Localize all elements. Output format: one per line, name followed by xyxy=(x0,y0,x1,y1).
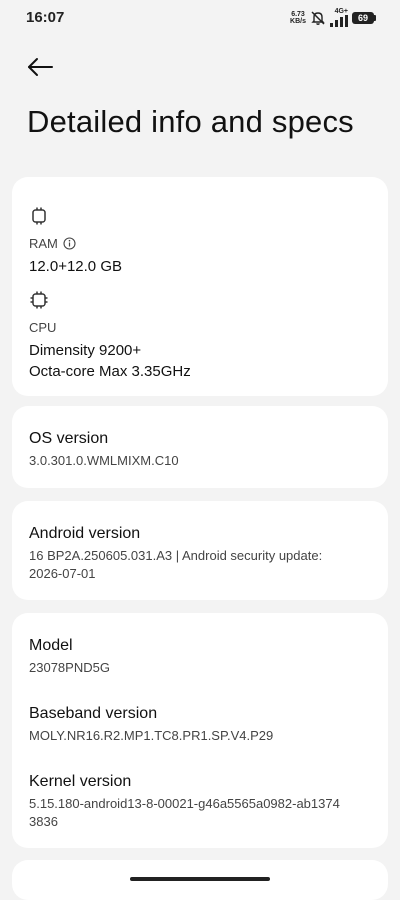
model-title: Model xyxy=(29,637,73,654)
network-type: 4G+ xyxy=(334,8,348,15)
android-version-value-line2: 2026-07-01 xyxy=(29,566,96,581)
android-version-value-line1: 16 BP2A.250605.031.A3 | Android security… xyxy=(29,548,323,563)
ram-chip-icon xyxy=(32,207,46,225)
net-speed-unit: KB/s xyxy=(290,17,306,25)
ram-value: 12.0+12.0 GB xyxy=(29,258,122,275)
ram-label-row: RAM xyxy=(29,236,374,251)
page-title: Detailed info and specs xyxy=(27,104,354,139)
battery-tip xyxy=(374,14,376,21)
signal-group: 4G+ xyxy=(330,8,348,27)
model-value: 23078PND5G xyxy=(29,660,110,675)
kernel-value-line1: 5.15.180-android13-8-00021-g46a5565a0982… xyxy=(29,796,340,811)
baseband-value: MOLY.NR16.R2.MP1.TC8.PR1.SP.V4.P29 xyxy=(29,728,274,743)
os-version-value: 3.0.301.0.WMLMIXM.C10 xyxy=(29,453,179,468)
android-version-title: Android version xyxy=(29,525,141,542)
signal-icon xyxy=(330,15,348,27)
device-info-card: Model 23078PND5G Baseband version MOLY.N… xyxy=(12,613,388,848)
kernel-item[interactable]: Kernel version 5.15.180-android13-8-0002… xyxy=(29,773,374,831)
cpu-value-line2: Octa-core Max 3.35GHz xyxy=(29,363,191,380)
hardware-card: RAM 12.0+12.0 GB CPU Dimensity 9200+ Oct… xyxy=(12,177,388,396)
back-button[interactable] xyxy=(24,52,58,82)
status-time: 16:07 xyxy=(26,9,65,26)
network-speed: 6.73 KB/s xyxy=(290,11,306,25)
android-version-card[interactable]: Android version 16 BP2A.250605.031.A3 | … xyxy=(12,501,388,600)
status-icons: 6.73 KB/s 4G+ 69 xyxy=(290,8,376,27)
mute-icon xyxy=(311,10,325,25)
back-arrow-icon xyxy=(28,58,53,76)
ram-label: RAM xyxy=(29,236,58,251)
model-item[interactable]: Model 23078PND5G xyxy=(29,637,374,677)
net-speed-value: 6.73 xyxy=(291,10,305,18)
os-version-card[interactable]: OS version 3.0.301.0.WMLMIXM.C10 xyxy=(12,406,388,488)
status-bar: 16:07 6.73 KB/s 4G+ 69 xyxy=(0,0,400,34)
os-version-title: OS version xyxy=(29,430,109,447)
battery-level: 69 xyxy=(352,11,374,24)
info-icon[interactable] xyxy=(63,237,76,250)
cpu-chip-icon xyxy=(30,291,48,309)
kernel-title: Kernel version xyxy=(29,773,132,790)
cpu-label-text: CPU xyxy=(29,320,57,335)
baseband-title: Baseband version xyxy=(29,705,158,722)
baseband-item[interactable]: Baseband version MOLY.NR16.R2.MP1.TC8.PR… xyxy=(29,705,374,745)
cpu-value-line1: Dimensity 9200+ xyxy=(29,342,142,359)
cpu-label: CPU xyxy=(29,320,374,335)
home-indicator[interactable] xyxy=(130,877,270,881)
kernel-value-line2: 3836 xyxy=(29,814,58,829)
battery-indicator: 69 xyxy=(352,11,376,24)
